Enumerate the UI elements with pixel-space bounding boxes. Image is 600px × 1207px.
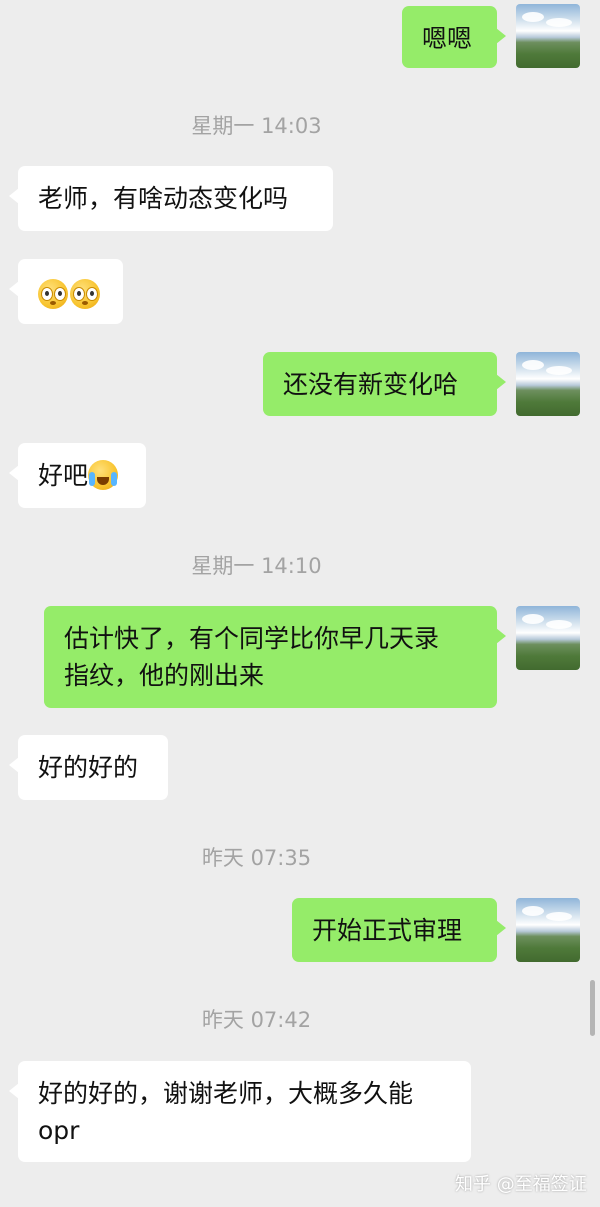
timestamp: 昨天 07:35 — [201, 846, 312, 870]
message-text: 嗯嗯 — [422, 24, 473, 53]
avatar[interactable] — [516, 4, 580, 68]
scrollbar[interactable] — [590, 980, 595, 1036]
message-bubble-received[interactable]: 老师，有啥动态变化吗 — [9, 166, 333, 231]
message-text-line: 好的好的，谢谢老师，大概多久能 — [38, 1079, 414, 1108]
message-text-line: 估计快了，有个同学比你早几天录 — [64, 624, 440, 653]
crying-laughing-face-icon — [88, 460, 119, 490]
message-bubble-sent[interactable]: 开始正式审理 — [292, 898, 506, 962]
message-bubble-received[interactable] — [9, 259, 123, 324]
flushed-face-icon — [38, 279, 68, 309]
timestamp: 昨天 07:42 — [201, 1008, 312, 1032]
message-bubble-sent[interactable]: 还没有新变化哈 — [263, 352, 506, 416]
avatar[interactable] — [516, 898, 580, 962]
avatar[interactable] — [516, 606, 580, 670]
message-bubble-received[interactable]: 好的好的，谢谢老师，大概多久能 opr — [9, 1061, 471, 1162]
message-text: 老师，有啥动态变化吗 — [38, 184, 289, 213]
avatar[interactable] — [516, 352, 580, 416]
message-text-line: opr — [38, 1116, 80, 1145]
message-bubble-received[interactable]: 好吧 — [9, 443, 146, 508]
message-text: 好吧 — [38, 461, 89, 490]
message-text: 好的好的 — [38, 753, 139, 782]
message-bubble-sent[interactable]: 估计快了，有个同学比你早几天录 指纹，他的刚出来 — [44, 606, 506, 708]
flushed-face-icon — [70, 279, 100, 309]
watermark-text: 知乎 @至福签证 — [455, 1174, 587, 1195]
message-text-line: 指纹，他的刚出来 — [64, 661, 265, 690]
timestamp: 星期一 14:10 — [191, 554, 322, 578]
message-bubble-received[interactable]: 好的好的 — [9, 735, 168, 800]
message-text: 还没有新变化哈 — [283, 370, 459, 399]
message-bubble-sent[interactable]: 嗯嗯 — [402, 6, 506, 68]
timestamp: 星期一 14:03 — [191, 114, 322, 138]
message-text: 开始正式审理 — [312, 916, 463, 945]
